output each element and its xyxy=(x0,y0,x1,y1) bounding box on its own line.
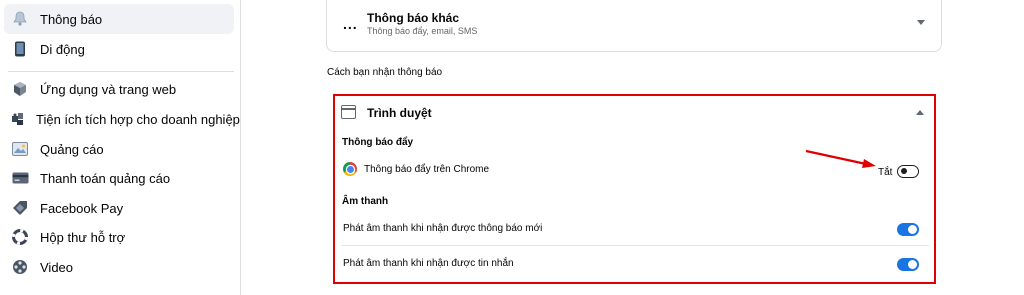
sidebar-item-ad-payments[interactable]: Thanh toán quảng cáo xyxy=(4,163,234,193)
sidebar-item-video[interactable]: Video xyxy=(4,252,234,282)
cube-icon xyxy=(10,79,30,99)
credit-card-icon xyxy=(10,168,30,188)
browser-card-title: Trình duyệt xyxy=(367,106,432,120)
sidebar-item-support-inbox[interactable]: Hộp thư hỗ trợ xyxy=(4,222,234,252)
puzzle-icon xyxy=(10,109,26,129)
chrome-push-state: Tắt xyxy=(878,167,893,178)
film-reel-icon xyxy=(10,257,30,277)
other-notifications-subtitle: Thông báo đẩy, email, SMS xyxy=(367,26,478,36)
sound-new-message-toggle[interactable] xyxy=(897,258,919,271)
other-notifications-card[interactable]: ... Thông báo khác Thông báo đẩy, email,… xyxy=(326,0,942,52)
chrome-push-toggle[interactable] xyxy=(897,165,919,178)
sidebar-item-business-integrations[interactable]: Tiện ích tích hợp cho doanh nghiệp xyxy=(4,104,240,134)
sidebar-item-apps-websites[interactable]: Ứng dụng và trang web xyxy=(4,74,234,104)
chrome-icon xyxy=(343,162,357,176)
push-notifications-heading: Thông báo đẩy xyxy=(342,137,414,148)
sidebar-item-label: Hộp thư hỗ trợ xyxy=(40,229,126,245)
browser-settings-card: Trình duyệt Thông báo đẩy Thông báo đẩy … xyxy=(333,94,936,284)
sidebar-item-label: Ứng dụng và trang web xyxy=(40,81,177,97)
sidebar-item-label: Facebook Pay xyxy=(40,200,124,216)
mobile-icon xyxy=(10,39,30,59)
chevron-down-icon[interactable] xyxy=(917,20,925,25)
sidebar-divider xyxy=(8,71,234,72)
toggle-knob xyxy=(908,260,917,269)
sound-heading: Âm thanh xyxy=(342,196,389,207)
sidebar-item-label: Video xyxy=(40,259,74,275)
sound-new-message-label: Phát âm thanh khi nhận được tin nhắn xyxy=(343,258,514,269)
more-icon: ... xyxy=(343,16,358,32)
chevron-up-icon[interactable] xyxy=(916,110,924,115)
sidebar-item-label: Thông báo xyxy=(40,11,103,27)
browser-window-icon xyxy=(341,105,356,119)
sidebar-item-label: Di động xyxy=(40,41,85,57)
row-divider xyxy=(341,245,929,246)
toggle-knob xyxy=(901,168,907,174)
sidebar-item-label: Quảng cáo xyxy=(40,141,104,157)
pay-tag-icon xyxy=(10,198,30,218)
ad-image-icon xyxy=(10,139,30,159)
settings-sidebar: Thông báo Di động Ứng dụng và trang web … xyxy=(0,0,241,295)
sidebar-item-facebook-pay[interactable]: Facebook Pay xyxy=(4,193,234,223)
lifebuoy-icon xyxy=(10,227,30,247)
sidebar-item-ads[interactable]: Quảng cáo xyxy=(4,134,234,164)
bell-icon xyxy=(10,9,30,29)
delivery-section-heading: Cách bạn nhận thông báo xyxy=(327,67,443,78)
chrome-push-label: Thông báo đẩy trên Chrome xyxy=(364,164,490,175)
sidebar-item-notifications[interactable]: Thông báo xyxy=(4,4,234,34)
sidebar-item-mobile[interactable]: Di động xyxy=(4,34,234,64)
other-notifications-title: Thông báo khác xyxy=(367,11,460,25)
toggle-knob xyxy=(908,225,917,234)
sidebar-item-label: Tiện ích tích hợp cho doanh nghiệp xyxy=(36,111,240,127)
sound-new-notification-label: Phát âm thanh khi nhận được thông báo mớ… xyxy=(343,223,543,234)
sound-new-notification-toggle[interactable] xyxy=(897,223,919,236)
sidebar-item-label: Thanh toán quảng cáo xyxy=(40,170,171,186)
